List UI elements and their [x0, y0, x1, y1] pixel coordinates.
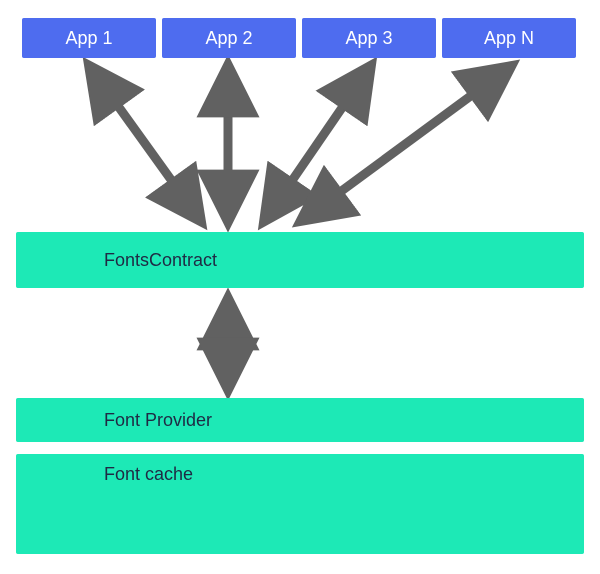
diagram-canvas: App 1 App 2 App 3 App N FontsContract Fo…: [0, 0, 600, 574]
arrow-app3-to-contract: [265, 67, 370, 220]
app-box-n: App N: [442, 18, 576, 58]
app-box-3: App 3: [302, 18, 436, 58]
app-label: App 2: [205, 28, 252, 49]
app-label: App 3: [345, 28, 392, 49]
arrow-appn-to-contract: [302, 67, 510, 220]
font-provider-layer: Font Provider: [16, 398, 584, 442]
font-cache-layer: Font cache: [16, 454, 584, 554]
app-label: App 1: [65, 28, 112, 49]
arrow-app1-to-contract: [90, 67, 200, 220]
layer-label: Font cache: [104, 464, 193, 485]
app-box-2: App 2: [162, 18, 296, 58]
app-label: App N: [484, 28, 534, 49]
layer-label: Font Provider: [104, 410, 212, 431]
fonts-contract-layer: FontsContract: [16, 232, 584, 288]
layer-label: FontsContract: [104, 250, 217, 271]
app-box-1: App 1: [22, 18, 156, 58]
